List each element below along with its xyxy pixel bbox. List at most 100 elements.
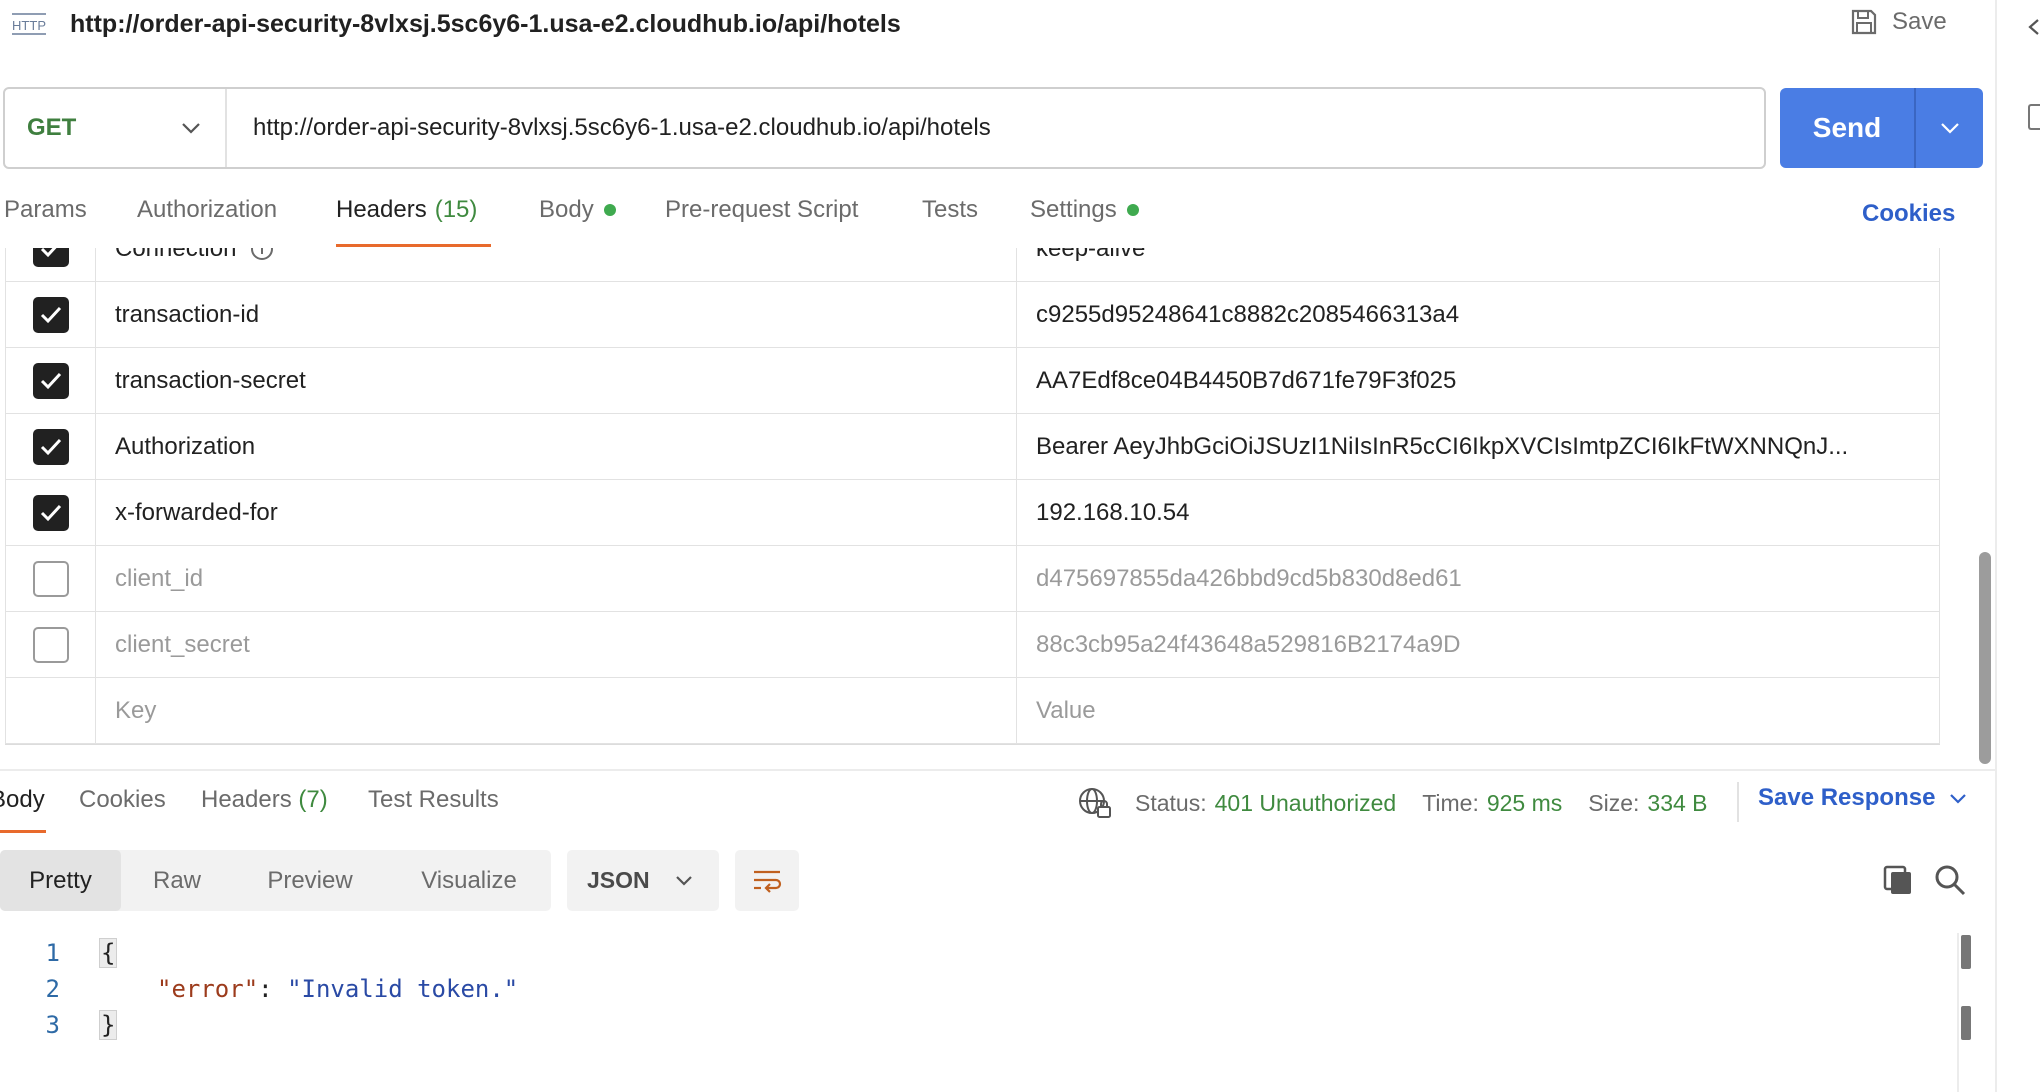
tab-headers[interactable]: Headers (15) — [336, 196, 477, 224]
tab-settings-label: Settings — [1030, 196, 1117, 223]
globe-lock-icon[interactable] — [1077, 786, 1113, 820]
url-input[interactable]: http://order-api-security-8vlxsj.5sc6y6-… — [227, 114, 991, 142]
view-raw[interactable]: Raw — [121, 850, 233, 911]
header-row: client_secret 88c3cb95a24f43648a529816B2… — [5, 612, 1940, 678]
header-key[interactable]: transaction-id — [96, 282, 1017, 347]
time-value[interactable]: 925 ms — [1487, 790, 1562, 817]
header-value[interactable]: d475697855da426bbd9cd5b830d8ed61 — [1017, 546, 1940, 611]
response-tab-body[interactable]: Body — [0, 786, 45, 814]
save-button[interactable]: Save — [1850, 8, 1947, 36]
header-key[interactable]: x-forwarded-for — [96, 480, 1017, 545]
tab-headers-label: Headers — [336, 196, 427, 223]
header-value[interactable]: 192.168.10.54 — [1017, 480, 1940, 545]
tab-params[interactable]: Params — [4, 196, 87, 224]
chevron-left-icon[interactable] — [2024, 12, 2040, 42]
new-header-value-input[interactable]: Value — [1017, 678, 1940, 743]
response-tab-headers-count: (7) — [298, 786, 328, 813]
time-label: Time: — [1422, 789, 1479, 816]
code-scrollbar-marker[interactable] — [1961, 935, 1971, 969]
header-enabled-checkbox[interactable] — [32, 428, 69, 465]
search-icon[interactable] — [1934, 864, 1966, 896]
chevron-down-icon — [1940, 123, 1959, 134]
header-value[interactable]: c9255d95248641c8882c2085466313a4 — [1017, 282, 1940, 347]
header-key[interactable]: client_id — [96, 546, 1017, 611]
tab-body[interactable]: Body — [539, 196, 616, 224]
checkmark-icon — [40, 504, 61, 521]
tab-authorization[interactable]: Authorization — [137, 196, 277, 224]
request-title[interactable]: http://order-api-security-8vlxsj.5sc6y6-… — [70, 10, 901, 39]
tab-prerequest-label: Pre-request Script — [665, 196, 859, 223]
response-tab-cookies[interactable]: Cookies — [79, 786, 166, 814]
tab-prerequest-script[interactable]: Pre-request Script — [665, 196, 858, 224]
header-value[interactable]: AA7Edf8ce04B4450B7d671fe79F3f025 — [1017, 348, 1940, 413]
response-status: Status: 401 Unauthorized Time: 925 ms Si… — [1077, 786, 1734, 820]
headers-table: Connection keep-alive transaction-id c92… — [5, 248, 1940, 745]
tab-body-label: Body — [539, 196, 594, 223]
format-label: JSON — [587, 867, 650, 893]
send-options-button[interactable] — [1916, 88, 1983, 168]
response-tab-headers[interactable]: Headers (7) — [201, 786, 328, 814]
save-response-button[interactable]: Save Response — [1758, 784, 1967, 812]
new-header-key-input[interactable]: Key — [96, 678, 1017, 743]
header-row: Authorization Bearer AeyJhbGciOiJSUzI1Ni… — [5, 414, 1940, 480]
active-response-tab-underline — [0, 830, 46, 833]
header-value[interactable]: keep-alive — [1017, 248, 1940, 281]
line-number: 3 — [45, 1011, 60, 1039]
view-visualize[interactable]: Visualize — [387, 850, 551, 911]
json-key: "error" — [157, 975, 259, 1003]
save-icon — [1851, 9, 1877, 35]
header-enabled-checkbox[interactable] — [32, 248, 69, 267]
save-response-label: Save Response — [1758, 784, 1936, 811]
code-scrollbar-marker[interactable] — [1961, 1006, 1971, 1040]
wrap-lines-button[interactable] — [735, 850, 799, 911]
status-label: Status: — [1135, 789, 1207, 816]
info-icon[interactable] — [250, 248, 274, 261]
header-enabled-checkbox[interactable] — [32, 362, 69, 399]
tab-tests[interactable]: Tests — [922, 196, 978, 224]
format-select[interactable]: JSON — [567, 850, 719, 911]
method-label: GET — [27, 114, 77, 141]
view-pretty[interactable]: Pretty — [0, 850, 121, 911]
active-tab-underline — [336, 244, 491, 247]
header-enabled-checkbox[interactable] — [32, 494, 69, 531]
header-key[interactable]: Authorization — [96, 414, 1017, 479]
settings-indicator-dot — [1126, 204, 1139, 216]
send-button[interactable]: Send — [1780, 88, 1916, 168]
side-panel-icon[interactable] — [2028, 104, 2040, 130]
chevron-down-icon — [182, 123, 200, 134]
line-number: 2 — [45, 975, 60, 1003]
tab-settings[interactable]: Settings — [1030, 196, 1139, 224]
chevron-down-icon — [1950, 793, 1967, 804]
header-key[interactable]: client_secret — [96, 612, 1017, 677]
header-row: transaction-secret AA7Edf8ce04B4450B7d67… — [5, 348, 1940, 414]
tab-headers-count: (15) — [434, 196, 478, 223]
response-tab-headers-label: Headers — [201, 786, 292, 813]
status-value[interactable]: 401 Unauthorized — [1215, 790, 1397, 817]
header-enabled-checkbox[interactable] — [32, 626, 69, 663]
cookies-link[interactable]: Cookies — [1862, 200, 1955, 228]
save-label: Save — [1892, 8, 1947, 35]
panel-divider — [1995, 0, 1997, 1092]
headers-scrollbar[interactable] — [1979, 552, 1991, 764]
header-key[interactable]: transaction-secret — [96, 348, 1017, 413]
svg-text:HTTP: HTTP — [12, 18, 46, 33]
response-tab-test-results[interactable]: Test Results — [368, 786, 499, 814]
header-value[interactable]: 88c3cb95a24f43648a529816B2174a9D — [1017, 612, 1940, 677]
tab-tests-label: Tests — [922, 196, 979, 223]
pane-divider[interactable] — [0, 769, 1995, 771]
response-body-viewer[interactable]: 1 { 2 "error": "Invalid token." 3 } — [0, 935, 1960, 1043]
header-key[interactable]: Connection — [96, 248, 1017, 281]
code-scroll-track — [1957, 933, 1959, 1092]
size-value[interactable]: 334 B — [1647, 790, 1707, 817]
copy-icon[interactable] — [1882, 864, 1914, 896]
header-enabled-checkbox[interactable] — [32, 296, 69, 333]
header-row-new: Key Value — [5, 678, 1940, 744]
header-value[interactable]: Bearer AeyJhbGciOiJSUzI1NiIsInR5cCI6IkpX… — [1017, 414, 1940, 479]
method-select[interactable]: GET — [5, 89, 227, 167]
view-preview[interactable]: Preview — [233, 850, 387, 911]
http-icon: HTTP — [12, 13, 46, 35]
open-brace: { — [98, 938, 118, 968]
header-row: Connection keep-alive — [5, 248, 1940, 282]
header-enabled-checkbox[interactable] — [32, 560, 69, 597]
chevron-down-icon — [676, 876, 692, 886]
